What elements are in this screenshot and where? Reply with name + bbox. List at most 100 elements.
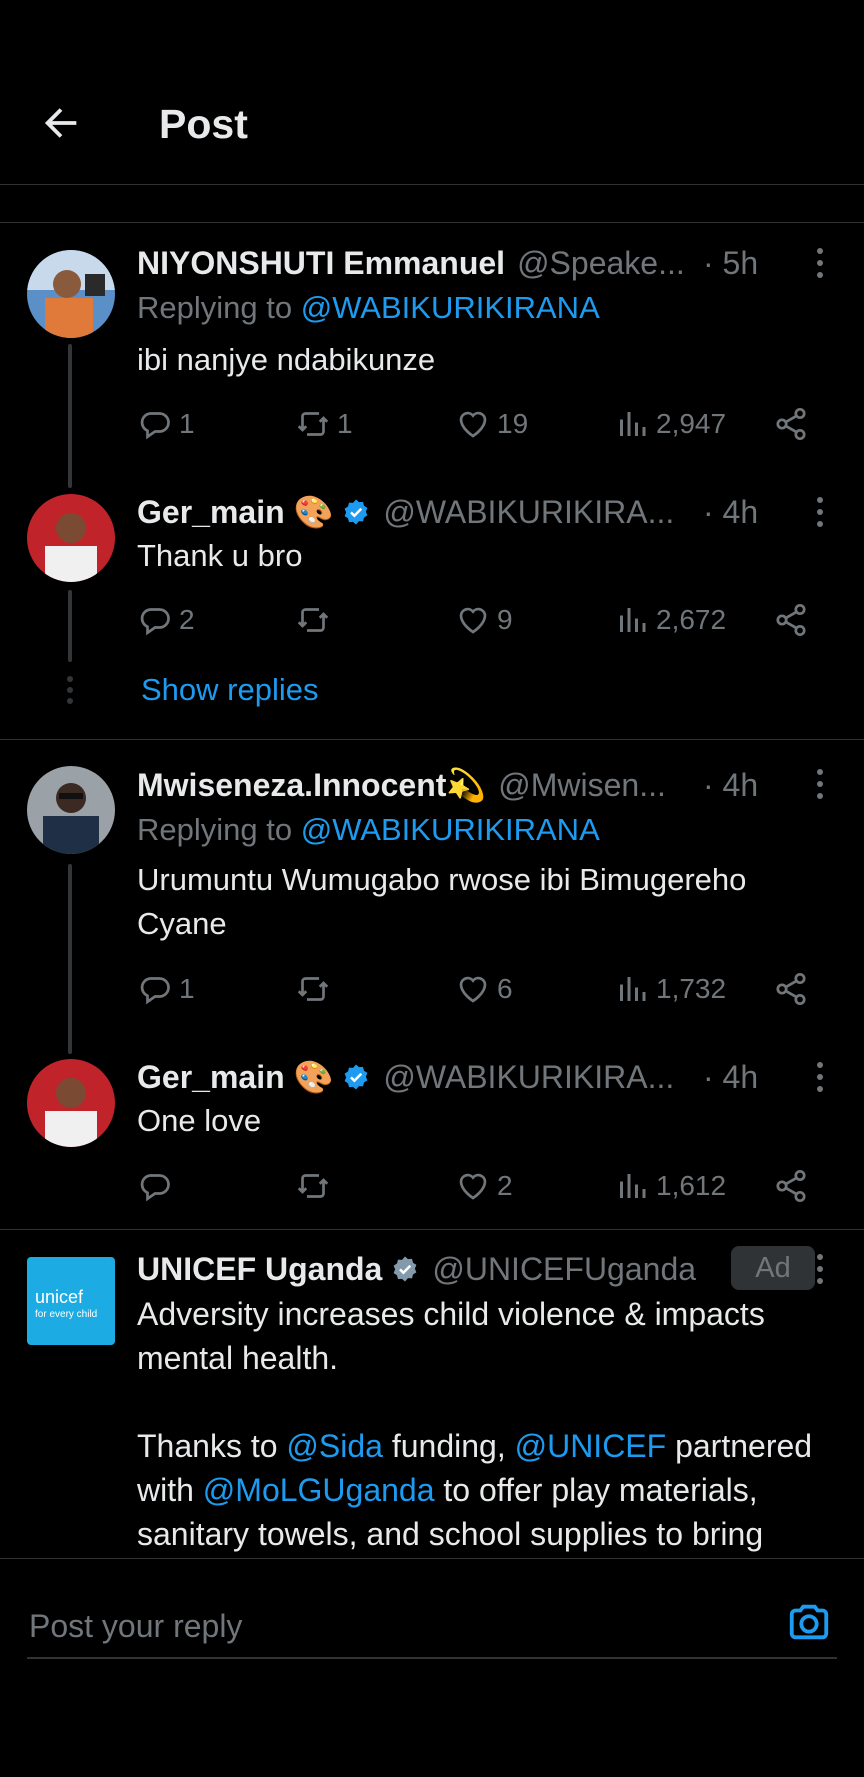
- repost-icon: [297, 608, 329, 632]
- author-handle[interactable]: @Mwisen...: [498, 767, 666, 804]
- verified-badge-icon: [344, 1064, 368, 1090]
- avatar[interactable]: [27, 1059, 115, 1147]
- divider: [0, 1229, 864, 1230]
- analytics-icon: [620, 412, 646, 436]
- repost-button[interactable]: [295, 600, 337, 640]
- post-time: · 4h: [703, 1059, 759, 1095]
- more-replies-dots-icon: [67, 676, 73, 704]
- divider: [0, 739, 864, 740]
- reply-icon: [140, 412, 170, 440]
- repost-icon: [297, 412, 329, 436]
- ad-header: UNICEF Uganda @UNICEFUganda: [137, 1247, 696, 1291]
- post-text: Thank u bro: [137, 538, 303, 573]
- more-options-icon[interactable]: [812, 246, 828, 280]
- share-icon[interactable]: [773, 406, 809, 442]
- post-actions: 1 1 19 2,947: [137, 404, 837, 444]
- unicef-logo[interactable]: unicef for every child: [27, 1257, 115, 1345]
- avatar[interactable]: [27, 250, 115, 338]
- avatar[interactable]: [27, 494, 115, 582]
- repost-button[interactable]: [295, 1166, 337, 1206]
- reply-button[interactable]: 1: [137, 969, 195, 1009]
- ad-label: Ad: [731, 1246, 815, 1290]
- mention-link[interactable]: @WABIKURIKIRANA: [301, 290, 600, 325]
- repost-icon: [297, 977, 329, 1001]
- view-count: 1,612: [656, 1170, 727, 1201]
- more-options-icon[interactable]: [812, 495, 828, 529]
- heart-icon: [459, 1173, 487, 1200]
- like-button[interactable]: 2: [455, 1166, 513, 1206]
- like-button[interactable]: 19: [455, 404, 528, 444]
- repost-button[interactable]: [295, 969, 337, 1009]
- heart-icon: [459, 976, 487, 1003]
- post-text: Urumuntu Wumugabo rwose ibi Bimugereho C…: [137, 862, 747, 941]
- author-name[interactable]: Ger_main 🎨: [137, 493, 333, 531]
- repost-icon: [297, 1174, 329, 1198]
- views-button[interactable]: 1,732: [614, 969, 726, 1009]
- repost-count: 1: [337, 408, 353, 439]
- views-button[interactable]: 1,612: [614, 1166, 726, 1206]
- repost-button[interactable]: 1: [295, 404, 353, 444]
- mention-link[interactable]: @WABIKURIKIRANA: [301, 812, 600, 847]
- thread-line: [68, 590, 72, 662]
- ad-text: Adversity increases child violence & imp…: [137, 1296, 813, 1552]
- back-arrow-icon[interactable]: [38, 100, 84, 146]
- reply-icon: [140, 608, 170, 636]
- analytics-icon: [620, 977, 646, 1001]
- views-button[interactable]: 2,672: [614, 600, 726, 640]
- post-header: Mwiseneza.Innocent💫 @Mwisen...: [137, 763, 666, 807]
- post-actions: 1 6 1,732: [137, 969, 837, 1009]
- reply-count: 2: [179, 604, 195, 635]
- like-button[interactable]: 9: [455, 600, 513, 640]
- post-time: · 4h: [703, 767, 759, 803]
- author-handle[interactable]: @Speake...: [517, 245, 685, 282]
- views-button[interactable]: 2,947: [614, 404, 726, 444]
- replying-to: Replying to @WABIKURIKIRANA: [137, 290, 600, 325]
- post-text: ibi nanjye ndabikunze: [137, 342, 436, 377]
- more-options-icon[interactable]: [812, 1060, 828, 1094]
- author-name[interactable]: Mwiseneza.Innocent💫: [137, 766, 486, 804]
- reply-button[interactable]: [137, 1166, 179, 1206]
- like-count: 9: [497, 604, 513, 635]
- avatar[interactable]: [27, 766, 115, 854]
- show-replies-link[interactable]: Show replies: [141, 672, 318, 708]
- like-button[interactable]: 6: [455, 969, 513, 1009]
- camera-icon[interactable]: [786, 1599, 832, 1645]
- analytics-icon: [620, 1174, 646, 1198]
- reply-input[interactable]: [27, 1595, 771, 1657]
- post-text: One love: [137, 1103, 262, 1138]
- more-options-icon[interactable]: [812, 767, 828, 801]
- author-name[interactable]: NIYONSHUTI Emmanuel: [137, 245, 505, 282]
- mention-link[interactable]: @UNICEF: [515, 1428, 667, 1464]
- post-actions: 2 1,612: [137, 1166, 837, 1206]
- author-handle[interactable]: @WABIKURIKIRA...: [383, 1059, 674, 1096]
- thread-line: [68, 344, 72, 488]
- author-handle[interactable]: @WABIKURIKIRA...: [383, 494, 674, 531]
- share-icon[interactable]: [773, 1168, 809, 1204]
- author-name[interactable]: UNICEF Uganda: [137, 1251, 382, 1288]
- heart-icon: [459, 607, 487, 634]
- post-header: Ger_main 🎨 @WABIKURIKIRA...: [137, 1055, 674, 1099]
- heart-icon: [459, 411, 487, 438]
- post-header: NIYONSHUTI Emmanuel @Speake...: [137, 241, 685, 285]
- mention-link[interactable]: @MoLGUganda: [203, 1472, 435, 1508]
- thread-line: [68, 864, 72, 1054]
- top-bar: Post: [0, 0, 864, 185]
- reply-icon: [140, 977, 170, 1005]
- post-header: Ger_main 🎨 @WABIKURIKIRA...: [137, 490, 674, 534]
- reply-count: 1: [179, 408, 195, 439]
- share-icon[interactable]: [773, 602, 809, 638]
- more-options-icon[interactable]: [812, 1252, 828, 1286]
- author-name[interactable]: Ger_main 🎨: [137, 1058, 333, 1096]
- view-count: 2,947: [656, 408, 727, 439]
- verified-gray-badge-icon: [393, 1256, 417, 1282]
- author-handle[interactable]: @UNICEFUganda: [432, 1251, 696, 1288]
- view-count: 2,672: [656, 604, 727, 635]
- reply-button[interactable]: 2: [137, 600, 195, 640]
- post-actions: 2 9 2,672: [137, 600, 837, 640]
- share-icon[interactable]: [773, 971, 809, 1007]
- reply-composer: [0, 1558, 864, 1777]
- replying-to: Replying to @WABIKURIKIRANA: [137, 812, 600, 847]
- page-title: Post: [159, 101, 248, 147]
- mention-link[interactable]: @Sida: [286, 1428, 383, 1464]
- reply-button[interactable]: 1: [137, 404, 195, 444]
